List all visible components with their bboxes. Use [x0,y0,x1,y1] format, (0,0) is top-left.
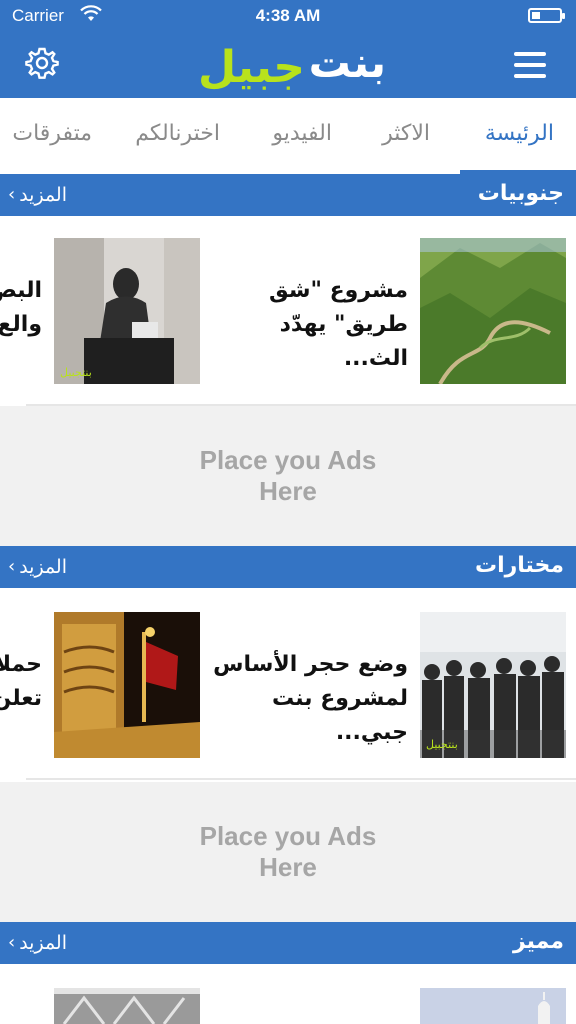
svg-text:بنتجبيل: بنتجبيل [60,366,92,379]
article-thumbnail[interactable] [420,988,566,1024]
svg-text:بنتجبيل: بنتجبيل [426,738,458,751]
app-header: Carrier 4:38 AM بنت جبيل [0,0,576,98]
section-header-picks: مختارات ‹ المزيد [0,546,576,588]
article-row: بنتجبيل وضع حجر الأساس لمشروع بنت جبي...… [0,590,576,780]
article-headline-clipped[interactable]: البص والع [0,274,42,342]
battery-level [532,12,540,19]
category-tabs: الرئيسة الاكثر الفيديو اخترنالكم متفرقات [0,98,576,174]
chevron-left-icon: ‹ [8,184,16,205]
section-title: مميز [512,929,564,954]
section-header-featured: مميز ‹ المزيد [0,922,576,964]
tab-our-picks[interactable]: اخترنالكم [135,121,220,146]
more-link[interactable]: ‹ المزيد [8,174,67,216]
article-headline[interactable]: مشروع "شق طريق" يهدّد الث... [208,274,408,376]
more-link[interactable]: ‹ المزيد [8,546,67,588]
app-logo: بنت جبيل [180,38,400,93]
article-headline-clipped[interactable]: حملا تعلن [0,648,42,716]
article-headline[interactable]: وضع حجر الأساس لمشروع بنت جبي... [208,648,408,750]
clock: 4:38 AM [255,6,321,25]
tab-most[interactable]: الاكثر [382,121,430,146]
ad-banner[interactable]: Place you Ads Here [0,406,576,546]
logo-word-2: جبيل [198,42,305,93]
chevron-left-icon: ‹ [8,932,16,953]
section-header-south: جنوبيات ‹ المزيد [0,170,576,216]
article-thumbnail[interactable] [54,612,200,758]
gear-icon[interactable] [24,45,60,81]
article-row: مشروع "شق طريق" يهدّد الث... بنتجبيل الب… [0,216,576,406]
tab-misc[interactable]: متفرقات [12,121,92,146]
more-link[interactable]: ‹ المزيد [8,922,67,964]
chevron-left-icon: ‹ [8,556,16,577]
article-row [0,966,576,1024]
article-thumbnail[interactable]: بنتجبيل [54,238,200,384]
battery-icon [528,8,565,23]
row-divider [26,778,576,780]
hamburger-menu-icon[interactable] [514,52,546,78]
section-title: جنوبيات [477,181,564,206]
tab-video[interactable]: الفيديو [272,121,332,146]
section-title: مختارات [474,553,564,578]
status-bar: Carrier 4:38 AM [0,0,576,34]
article-thumbnail[interactable] [420,238,566,384]
article-thumbnail[interactable] [54,988,200,1024]
article-thumbnail[interactable]: بنتجبيل [420,612,566,758]
ad-banner[interactable]: Place you Ads Here [0,782,576,922]
logo-word-1: بنت [308,38,386,87]
tab-home[interactable]: الرئيسة [485,121,554,146]
